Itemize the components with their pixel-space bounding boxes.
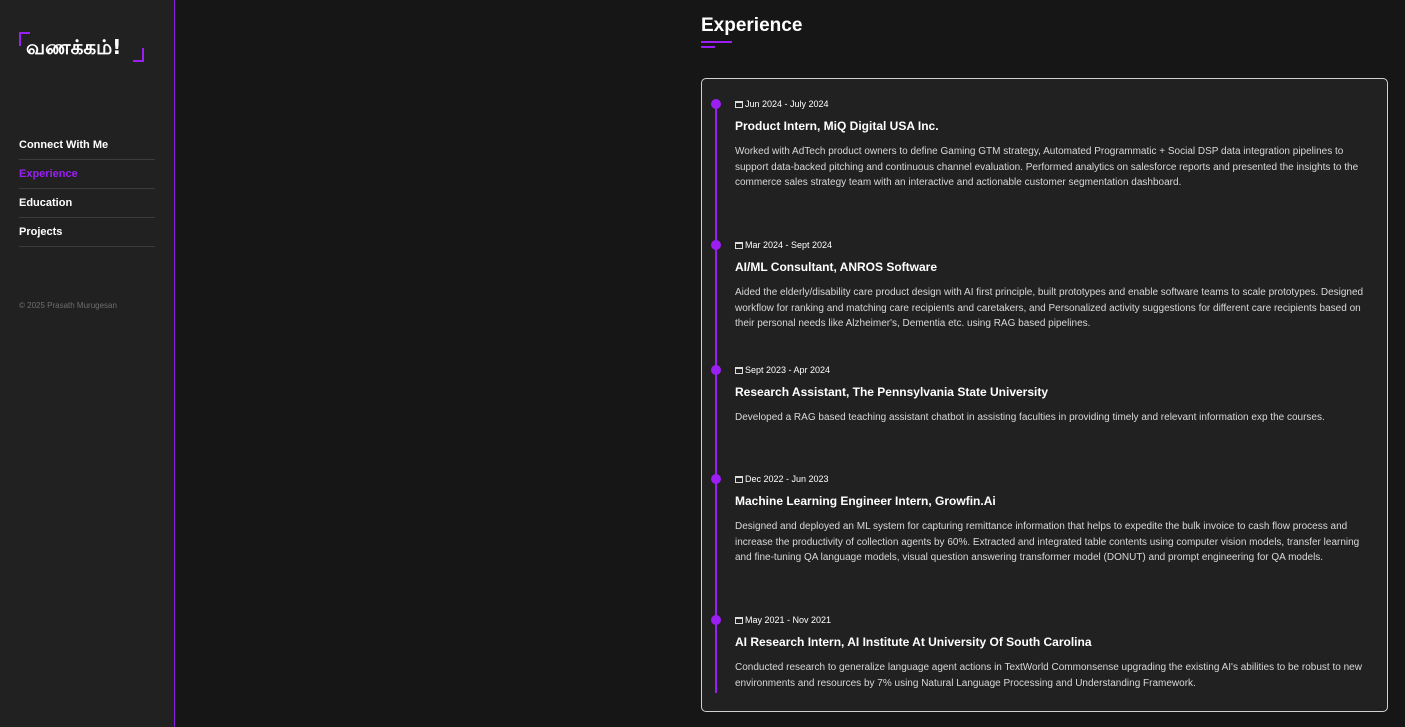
entry-date-text: Jun 2024 - July 2024 — [745, 99, 829, 109]
entry-date-text: Mar 2024 - Sept 2024 — [745, 240, 833, 250]
nav-item-projects[interactable]: Projects — [19, 218, 155, 247]
entry-date-text: Sept 2023 - Apr 2024 — [745, 365, 831, 375]
logo-bracket-bottom-right — [133, 48, 144, 62]
copyright-text: © 2025 Prasath Murugesan — [19, 301, 117, 310]
calendar-icon — [735, 476, 743, 483]
timeline-dot — [711, 474, 721, 484]
entry-date: Jun 2024 - July 2024 — [735, 98, 1377, 110]
entry-role: AI/ML Consultant, ANROS Software — [735, 260, 938, 274]
entry-role: AI Research Intern, AI Institute At Univ… — [735, 635, 1092, 649]
entry-date-text: Dec 2022 - Jun 2023 — [745, 474, 829, 484]
nav-item-education[interactable]: Education — [19, 189, 155, 218]
logo-text: வணக்கம்! — [26, 35, 122, 59]
entry-date-text: May 2021 - Nov 2021 — [745, 615, 832, 625]
nav-item-connect-with-me[interactable]: Connect With Me — [19, 131, 155, 160]
entry-description: Worked with AdTech product owners to def… — [735, 146, 1359, 189]
section-title: Experience — [701, 15, 803, 36]
entry-date: May 2021 - Nov 2021 — [735, 614, 1377, 626]
calendar-icon — [735, 617, 743, 624]
sidebar-nav: Connect With Me Experience Education Pro… — [19, 131, 155, 247]
timeline-entry: Jun 2024 - July 2024 Product Intern, MiQ… — [711, 98, 1377, 191]
timeline-dot — [711, 365, 721, 375]
calendar-icon — [735, 101, 743, 108]
title-underline-short — [701, 46, 715, 48]
entry-date: Mar 2024 - Sept 2024 — [735, 239, 1377, 251]
nav-item-experience[interactable]: Experience — [19, 160, 155, 189]
timeline-entry: Mar 2024 - Sept 2024 AI/ML Consultant, A… — [711, 239, 1377, 332]
entry-role: Research Assistant, The Pennsylvania Sta… — [735, 385, 1049, 399]
entry-role: Product Intern, MiQ Digital USA Inc. — [735, 119, 939, 133]
timeline-dot — [711, 240, 721, 250]
entry-description: Designed and deployed an ML system for c… — [735, 521, 1360, 564]
calendar-icon — [735, 242, 743, 249]
entry-date: Sept 2023 - Apr 2024 — [735, 364, 1377, 376]
experience-card: Jun 2024 - July 2024 Product Intern, MiQ… — [701, 78, 1388, 712]
entry-date: Dec 2022 - Jun 2023 — [735, 473, 1377, 485]
timeline-entry: Sept 2023 - Apr 2024 Research Assistant,… — [711, 364, 1377, 426]
entry-role: Machine Learning Engineer Intern, Growfi… — [735, 494, 996, 508]
entry-description: Developed a RAG based teaching assistant… — [735, 412, 1325, 423]
title-underline-long — [701, 41, 732, 43]
timeline-entry: Dec 2022 - Jun 2023 Machine Learning Eng… — [711, 473, 1377, 566]
timeline-line — [715, 103, 717, 693]
sidebar: வணக்கம்! Connect With Me Experience Educ… — [0, 0, 175, 727]
timeline-dot — [711, 99, 721, 109]
calendar-icon — [735, 367, 743, 374]
timeline-entry: May 2021 - Nov 2021 AI Research Intern, … — [711, 614, 1377, 691]
entry-description: Conducted research to generalize languag… — [735, 662, 1362, 689]
timeline-dot — [711, 615, 721, 625]
logo[interactable]: வணக்கம்! — [19, 32, 144, 62]
entry-description: Aided the elderly/disability care produc… — [735, 287, 1364, 330]
